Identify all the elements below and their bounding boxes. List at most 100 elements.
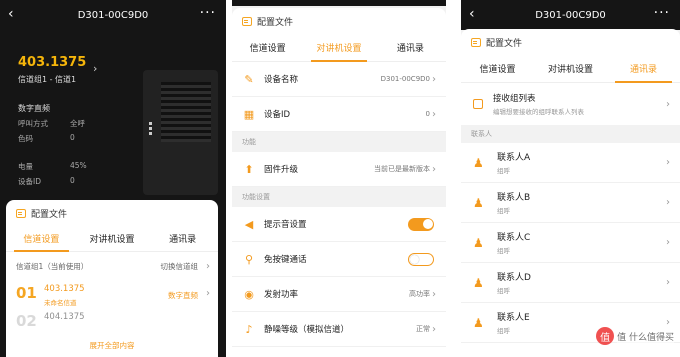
- tab-contacts[interactable]: 通讯录: [375, 34, 446, 61]
- person-icon: ♟: [473, 235, 484, 250]
- tab-radio-settings[interactable]: 对讲机设置: [534, 55, 607, 82]
- chevron-right-icon: ›: [432, 288, 436, 300]
- contact-item[interactable]: ♟ 联系人A 组呼 ›: [461, 143, 680, 183]
- top-bar: ‹ D301-00C9D0 ···: [461, 0, 680, 30]
- watermark: 值 值 什么值得买: [596, 327, 674, 345]
- sheet-title: 配置文件: [257, 17, 294, 28]
- tab-channel-settings[interactable]: 信道设置: [461, 55, 534, 82]
- id-card-icon: ▦: [243, 107, 255, 121]
- back-icon[interactable]: ‹: [8, 6, 14, 22]
- upgrade-icon: ⬆: [244, 162, 254, 176]
- watermark-text: 值 什么值得买: [617, 329, 674, 343]
- battery-value: 45%: [70, 161, 87, 170]
- tab-contacts[interactable]: 通讯录: [147, 226, 218, 251]
- more-icon[interactable]: ···: [200, 5, 216, 21]
- tab-contacts[interactable]: 通讯录: [607, 55, 680, 83]
- sheet-header: 配置文件: [232, 8, 446, 34]
- more-icon[interactable]: ···: [654, 5, 670, 21]
- section-header-function-settings: 功能设置: [232, 187, 446, 207]
- contact-type: 组呼: [497, 247, 510, 255]
- tab-bar: 信道设置 对讲机设置 通讯录: [461, 55, 680, 83]
- expand-all-link[interactable]: 展开全部内容: [6, 340, 218, 351]
- contact-name: 联系人C: [497, 233, 531, 243]
- chevron-right-icon: ›: [666, 98, 670, 110]
- row-value: 0: [425, 110, 430, 118]
- mode-label: 数字直频: [18, 104, 50, 113]
- group-label: 信道组1（当前使用）: [16, 261, 89, 271]
- status-bar: [232, 0, 446, 6]
- speaker-icon: ◀: [244, 217, 254, 231]
- device-name-row[interactable]: ✎ 设备名称 D301-00C9D0 ›: [232, 62, 446, 97]
- section-header-contacts: 联系人: [461, 125, 680, 143]
- battery-label: 电量: [18, 162, 33, 171]
- config-sheet: 配置文件 信道设置 对讲机设置 通讯录 接收组列表 编辑想要接收的组呼联系人列表…: [461, 29, 680, 357]
- channel-number: 01: [16, 284, 37, 302]
- device-id-row[interactable]: ▦ 设备ID 0 ›: [232, 97, 446, 132]
- file-icon: [242, 16, 252, 26]
- tab-channel-settings[interactable]: 信道设置: [232, 34, 303, 61]
- panel-radio-settings: 配置文件 信道设置 对讲机设置 通讯录 ✎ 设备名称 D301-00C9D0 ›…: [232, 0, 446, 357]
- chevron-right-icon: ›: [206, 260, 210, 272]
- row-value: 正常: [416, 325, 430, 333]
- chevron-right-icon: ›: [432, 108, 436, 120]
- contact-name: 联系人E: [497, 313, 530, 323]
- row-label: 静噪等级（模拟信道）: [264, 325, 350, 335]
- contact-type: 组呼: [497, 207, 510, 215]
- squelch-level-row[interactable]: ♪ 静噪等级（模拟信道） 正常 ›: [232, 312, 446, 347]
- tab-channel-settings[interactable]: 信道设置: [6, 226, 77, 252]
- contact-type: 组呼: [497, 327, 510, 335]
- sheet-header: 配置文件: [461, 29, 680, 55]
- row-label: 发射功率: [264, 290, 299, 300]
- person-icon: ♟: [473, 155, 484, 170]
- contact-item[interactable]: ♟ 联系人C 组呼 ›: [461, 223, 680, 263]
- tab-radio-settings[interactable]: 对讲机设置: [303, 34, 374, 62]
- volume-icon: ♪: [245, 322, 253, 336]
- config-sheet: 配置文件 信道设置 对讲机设置 通讯录 信道组1（当前使用） 切换信道组 › 0…: [6, 200, 218, 357]
- firmware-upgrade-row[interactable]: ⬆ 固件升级 当前已是最新版本 ›: [232, 152, 446, 187]
- channel-name: 未命名信道: [44, 299, 77, 307]
- channel-row[interactable]: 01 403.1375 未命名信道 数字直频 ›: [6, 280, 218, 310]
- chevron-right-icon[interactable]: ›: [93, 62, 97, 75]
- channel-type: 数字直频: [168, 291, 198, 300]
- contact-name: 联系人B: [497, 193, 531, 203]
- channel-group-row[interactable]: 信道组1（当前使用） 切换信道组 ›: [6, 252, 218, 280]
- row-value: 当前已是最新版本: [374, 165, 430, 173]
- prompt-tone-toggle[interactable]: [408, 217, 434, 231]
- contact-type: 组呼: [497, 287, 510, 295]
- frequency-display: 403.1375: [18, 55, 87, 70]
- top-bar: ‹ D301-00C9D0 ···: [0, 0, 226, 30]
- chevron-right-icon: ›: [666, 197, 670, 208]
- back-icon[interactable]: ‹: [469, 6, 475, 22]
- channel-number: 02: [16, 312, 37, 330]
- channel-name: 信道组1 - 信道1: [18, 75, 77, 84]
- channel-row[interactable]: 02 404.1375: [6, 310, 218, 338]
- watermark-logo-icon: 值: [596, 327, 615, 345]
- tab-radio-settings[interactable]: 对讲机设置: [77, 226, 148, 251]
- receive-group-row[interactable]: 接收组列表 编辑想要接收的组呼联系人列表 ›: [461, 83, 680, 125]
- contact-type: 组呼: [497, 167, 510, 175]
- config-sheet: 配置文件 信道设置 对讲机设置 通讯录 ✎ 设备名称 D301-00C9D0 ›…: [232, 8, 446, 357]
- chevron-right-icon: ›: [432, 73, 436, 85]
- row-label: 固件升级: [264, 165, 299, 175]
- sheet-header: 配置文件: [6, 200, 218, 226]
- contact-item[interactable]: ♟ 联系人B 组呼 ›: [461, 183, 680, 223]
- person-icon: ♟: [473, 315, 484, 330]
- row-label: 设备名称: [264, 75, 299, 85]
- person-icon: ♟: [473, 195, 484, 210]
- file-icon: [471, 37, 481, 47]
- hands-free-row: ⚲ 免按键通话: [232, 242, 446, 277]
- tab-bar: 信道设置 对讲机设置 通讯录: [232, 34, 446, 62]
- chevron-right-icon: ›: [666, 157, 670, 168]
- call-mode-value: 全呼: [70, 119, 85, 128]
- headset-icon: ⚲: [244, 252, 254, 266]
- prompt-tone-row: ◀ 提示音设置: [232, 207, 446, 242]
- sheet-title: 配置文件: [31, 209, 68, 220]
- chevron-right-icon: ›: [666, 277, 670, 288]
- hands-free-toggle[interactable]: [408, 252, 434, 266]
- contact-name: 联系人D: [497, 273, 531, 283]
- transmit-power-row[interactable]: ◉ 发射功率 高功率 ›: [232, 277, 446, 312]
- channel-frequency: 403.1375: [44, 284, 85, 294]
- row-label: 设备ID: [264, 110, 291, 120]
- contact-item[interactable]: ♟ 联系人D 组呼 ›: [461, 263, 680, 303]
- chevron-right-icon: ›: [432, 163, 436, 175]
